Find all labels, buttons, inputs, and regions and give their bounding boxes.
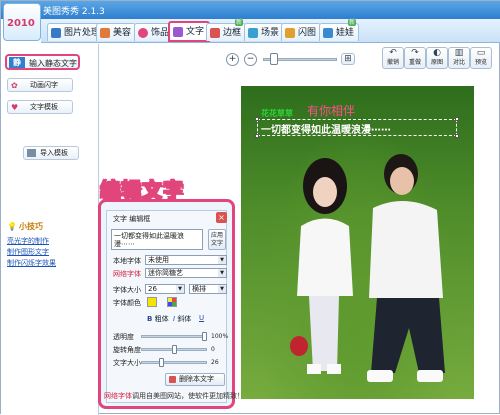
tip-link[interactable]: 亮光字的制作	[7, 236, 49, 246]
font-color-swatch[interactable]	[147, 297, 157, 307]
input-static-text-button[interactable]: 静 输入静态文字	[5, 54, 80, 70]
text-size-slider[interactable]	[141, 361, 207, 364]
boy-figure	[367, 154, 445, 382]
tab-scene[interactable]: 场景	[244, 23, 285, 41]
brand-year: 2010	[7, 18, 35, 29]
main-tabs: 图片处理 美容 饰品 文字 边框新 场景 闪图 娃娃新	[41, 19, 500, 43]
resize-handle[interactable]	[255, 117, 259, 121]
chevron-down-icon: ▼	[218, 285, 226, 293]
resize-handle[interactable]	[255, 134, 259, 138]
overlay-text-pink[interactable]: 有你相伴	[307, 102, 355, 119]
text-size-slider-thumb[interactable]	[159, 358, 164, 367]
tab-beauty[interactable]: 美容	[96, 23, 137, 41]
tips-title: 💡 小技巧	[7, 222, 43, 231]
font-size-label: 字体大小	[113, 286, 141, 294]
text-size-value: 26	[211, 359, 219, 366]
sparkle-icon: ✿	[11, 81, 18, 90]
orientation-select[interactable]: 横排 ▼	[189, 284, 227, 294]
original-icon: ◐	[433, 48, 441, 58]
redo-icon: ↷	[411, 48, 419, 58]
text-tab-icon	[173, 27, 183, 37]
animated-text-button[interactable]: ✿ 动画闪字	[7, 78, 73, 92]
rotation-slider-thumb[interactable]	[172, 345, 177, 354]
original-button[interactable]: ◐ 原图	[426, 47, 448, 69]
web-font-label: 网络字体	[113, 270, 141, 278]
import-template-button[interactable]: 导入模板	[23, 146, 79, 160]
love-template-icon: ♥	[11, 103, 19, 112]
tab-flash[interactable]: 闪图	[281, 23, 322, 41]
tip-link[interactable]: 制作图形文字	[7, 247, 49, 257]
footer-note: 网络字体调用自美图网站，使软件更加精致！	[104, 392, 244, 400]
palette-icon[interactable]	[167, 297, 177, 307]
resize-handle[interactable]	[455, 117, 459, 121]
zoom-in-icon[interactable]: +	[226, 53, 239, 66]
font-size-select[interactable]: 26 ▼	[145, 284, 185, 294]
doll-icon	[323, 28, 333, 38]
web-font-select[interactable]: 迷你简糖艺 ▼	[145, 268, 227, 278]
delete-text-button[interactable]: 删除本文字	[165, 373, 225, 386]
frame-icon	[210, 28, 220, 38]
import-icon	[27, 149, 36, 157]
resize-handle[interactable]	[455, 134, 459, 138]
font-color-label: 字体颜色	[113, 299, 141, 307]
tab-text[interactable]: 文字	[168, 21, 211, 42]
text-size-label: 文字大小	[113, 359, 141, 367]
undo-button[interactable]: ↶ 撤销	[382, 47, 404, 69]
girl-figure	[290, 158, 353, 374]
bold-toggle[interactable]: B 粗体	[147, 314, 169, 324]
compare-icon: ▥	[454, 48, 464, 58]
rotation-value: 0	[211, 346, 215, 353]
title-bar: 秀 美图秀秀 2.1.3	[1, 1, 500, 19]
zoom-slider-thumb[interactable]	[270, 53, 278, 65]
local-font-select[interactable]: 未使用 ▼	[145, 255, 227, 265]
preview-icon: ▭	[476, 48, 486, 58]
apply-text-button[interactable]: 应用文字	[208, 229, 226, 250]
undo-icon: ↶	[389, 48, 397, 58]
preview-button[interactable]: ▭ 预览	[470, 47, 492, 69]
italic-toggle[interactable]: I 斜体	[173, 314, 191, 324]
delete-icon	[169, 376, 176, 383]
underline-toggle[interactable]: U	[199, 314, 204, 322]
heart-icon	[138, 28, 148, 38]
overlay-text-small[interactable]: 花花草草	[261, 108, 293, 119]
opacity-label: 透明度	[113, 333, 134, 341]
dialog-title: 文字 编辑框	[113, 215, 151, 223]
rotation-label: 旋转角度	[113, 346, 141, 354]
local-font-label: 本地字体	[113, 257, 141, 265]
opacity-value: 100%	[211, 333, 229, 340]
image-processing-icon	[51, 28, 61, 38]
chevron-down-icon: ▼	[176, 285, 184, 293]
close-icon[interactable]: ×	[216, 212, 227, 223]
tab-doll[interactable]: 娃娃新	[319, 19, 360, 41]
chevron-down-icon: ▼	[218, 256, 226, 264]
lightbulb-icon: 💡	[7, 222, 17, 231]
tab-frame[interactable]: 边框新	[206, 19, 247, 41]
text-template-button[interactable]: ♥ 文字模板	[7, 100, 73, 114]
opacity-slider-thumb[interactable]	[202, 332, 207, 341]
photo-canvas[interactable]: 花花草草 有你相伴 一切都变得如此温暖浪漫⋯⋯	[241, 86, 474, 399]
text-content-input[interactable]: 一切都变得如此温暖浪漫⋯⋯	[111, 229, 203, 250]
compare-button[interactable]: ▥ 对比	[448, 47, 470, 69]
beauty-icon	[100, 28, 110, 38]
chevron-down-icon: ▼	[218, 269, 226, 277]
new-badge: 新	[348, 19, 357, 26]
window-title: 美图秀秀 2.1.3	[43, 7, 105, 17]
flash-icon	[285, 28, 295, 38]
opacity-slider[interactable]	[141, 335, 207, 338]
brand-badge: 2010	[3, 3, 41, 41]
caption-text[interactable]: 一切都变得如此温暖浪漫⋯⋯	[261, 121, 391, 136]
tip-link[interactable]: 制作闪烁字效果	[7, 258, 56, 268]
app-window: 秀 美图秀秀 2.1.3 2010 图片处理 美容 饰品 文字 边框新 场景 闪…	[0, 0, 500, 415]
new-badge: 新	[235, 19, 244, 26]
static-text-icon: 静	[9, 57, 25, 68]
scene-icon	[248, 28, 258, 38]
zoom-out-icon[interactable]: −	[244, 53, 257, 66]
fit-window-icon[interactable]: ⊞	[341, 53, 355, 65]
redo-button[interactable]: ↷ 重做	[404, 47, 426, 69]
